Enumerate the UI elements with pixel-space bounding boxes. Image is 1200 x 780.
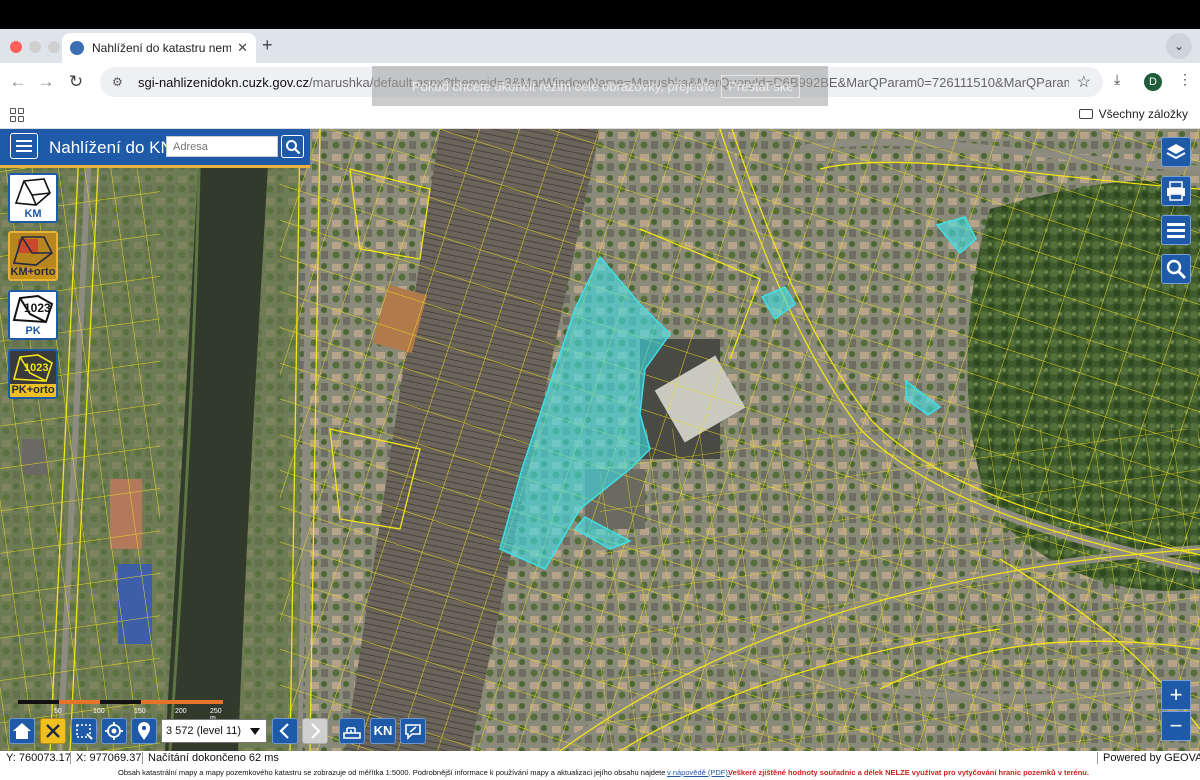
layer-pk-button[interactable]: 1023 PK [8, 290, 58, 340]
chevron-left-icon [279, 723, 289, 739]
help-pdf-link[interactable]: v nápovědě (PDF). [667, 768, 730, 777]
coord-x: X: 977069.37 [76, 752, 142, 764]
cadastral-map-icon [10, 175, 56, 209]
measure-button[interactable] [339, 718, 365, 744]
layer-pk-label: PK [25, 325, 41, 337]
layer-km-orto-label: KM+orto [10, 266, 56, 278]
feedback-icon [405, 724, 421, 740]
scale-select-value: 3 572 (level 11) [166, 725, 242, 737]
search-icon [286, 140, 301, 155]
status-bar: Y: 760073.17 X: 977069.37 Načítání dokon… [0, 751, 1200, 765]
locate-button[interactable] [101, 718, 127, 744]
back-arrow-icon[interactable]: ← [8, 72, 28, 92]
header-accent-line [0, 165, 310, 168]
app-title: Nahlížení do KN [49, 138, 173, 157]
pin-icon [138, 722, 150, 740]
kn-button[interactable]: KN [370, 718, 396, 744]
svg-text:1023: 1023 [24, 301, 51, 315]
legend-button[interactable] [1161, 215, 1191, 245]
maximize-window-button[interactable] [48, 41, 60, 53]
layers-icon [1166, 144, 1186, 160]
layer-km-button[interactable]: KM [8, 173, 58, 223]
layer-pk-orto-label: PK+orto [10, 384, 56, 396]
scale-bar: 50 100 150 200 250 m [18, 700, 226, 722]
pin-button[interactable] [131, 718, 157, 744]
browser-tab[interactable]: Nahlížení do katastru nemovit ✕ [62, 33, 256, 63]
hamburger-menu-icon[interactable] [10, 133, 38, 159]
home-button[interactable] [9, 718, 35, 744]
site-favicon-icon [70, 41, 84, 55]
all-bookmarks-button[interactable]: Všechny záložky [1078, 107, 1188, 121]
close-window-button[interactable] [10, 41, 22, 53]
select-area-icon [76, 724, 93, 740]
layer-km-orto-button[interactable]: KM+orto [8, 231, 58, 281]
apps-grid-icon[interactable] [10, 108, 24, 122]
orthophoto-map [0, 129, 1200, 751]
measure-icon [343, 727, 361, 739]
feedback-button[interactable] [400, 718, 426, 744]
load-status: Načítání dokončeno 62 ms [148, 752, 279, 764]
clear-selection-button[interactable] [40, 718, 66, 744]
search-button[interactable] [281, 135, 304, 158]
toast-exit-button[interactable]: Přestat ske [721, 74, 801, 98]
scale-select[interactable]: 3 572 (level 11) [161, 719, 267, 743]
scale-tick: 100 [93, 708, 105, 715]
footer-notice: Obsah katastrální mapy a mapy pozemkovéh… [0, 765, 1200, 780]
layers-button[interactable] [1161, 137, 1191, 167]
print-button[interactable] [1161, 176, 1191, 206]
locate-icon [105, 722, 123, 740]
profile-avatar[interactable]: D [1144, 73, 1162, 91]
cadastral-orthophoto-icon [10, 233, 56, 267]
scale-tick: 50 [54, 708, 62, 715]
map-canvas[interactable] [0, 129, 1200, 751]
scale-tick: 200 [175, 708, 187, 715]
zoom-out-button[interactable]: − [1161, 711, 1191, 741]
fullscreen-toast: Pokud chcete ukončit režim celé obrazovk… [372, 66, 828, 106]
browser-tab-strip: Nahlížení do katastru nemovit ✕ + ⌄ [0, 29, 1200, 63]
history-back-button[interactable] [272, 718, 298, 744]
layer-km-label: KM [24, 208, 42, 220]
zoom-in-button[interactable]: + [1161, 680, 1191, 710]
svg-text:1023: 1023 [24, 362, 48, 374]
reload-icon[interactable]: ↻ [66, 72, 86, 92]
address-search-input[interactable] [166, 136, 278, 157]
home-icon [13, 723, 31, 739]
footer-text: Obsah katastrální mapy a mapy pozemkovéh… [118, 768, 666, 777]
bookmark-star-icon[interactable]: ☆ [1077, 72, 1091, 92]
magnifier-icon [1166, 259, 1187, 280]
select-area-button[interactable] [71, 718, 97, 744]
history-forward-button[interactable] [302, 718, 328, 744]
tab-search-chevron-icon[interactable]: ⌄ [1166, 33, 1192, 59]
forward-arrow-icon[interactable]: → [36, 72, 56, 92]
close-tab-icon[interactable]: ✕ [237, 40, 248, 56]
toast-text: Pokud chcete ukončit režim celé obrazovk… [412, 78, 716, 94]
land-register-orthophoto-icon: 1023 [10, 351, 56, 385]
tab-title: Nahlížení do katastru nemovit [92, 41, 232, 55]
chevron-right-icon [311, 723, 321, 739]
print-icon [1167, 181, 1185, 201]
all-bookmarks-label: Všechny záložky [1098, 107, 1188, 121]
folder-icon [1078, 109, 1093, 119]
footer-warning: Veškeré zjištěné hodnoty souřadnic a dél… [728, 768, 1089, 777]
chevron-down-icon [250, 728, 260, 735]
new-tab-icon[interactable]: + [262, 35, 273, 56]
layer-pk-orto-button[interactable]: 1023 PK+orto [8, 349, 58, 399]
download-icon[interactable]: ⤓ [1114, 71, 1120, 88]
powered-by: Powered by GEOVAP [1103, 752, 1200, 764]
app-header: Nahlížení do KN [0, 129, 310, 165]
scale-tick: 150 [134, 708, 146, 715]
os-top-bar [0, 0, 1200, 29]
legend-icon [1167, 223, 1185, 238]
coord-y: Y: 760073.17 [6, 752, 71, 764]
map-search-button[interactable] [1161, 254, 1191, 284]
land-register-map-icon: 1023 [10, 292, 56, 326]
site-info-icon[interactable]: ⚙ [112, 75, 128, 89]
more-menu-icon[interactable]: ⋮ [1178, 71, 1192, 88]
minimize-window-button[interactable] [29, 41, 41, 53]
close-icon [46, 724, 60, 738]
